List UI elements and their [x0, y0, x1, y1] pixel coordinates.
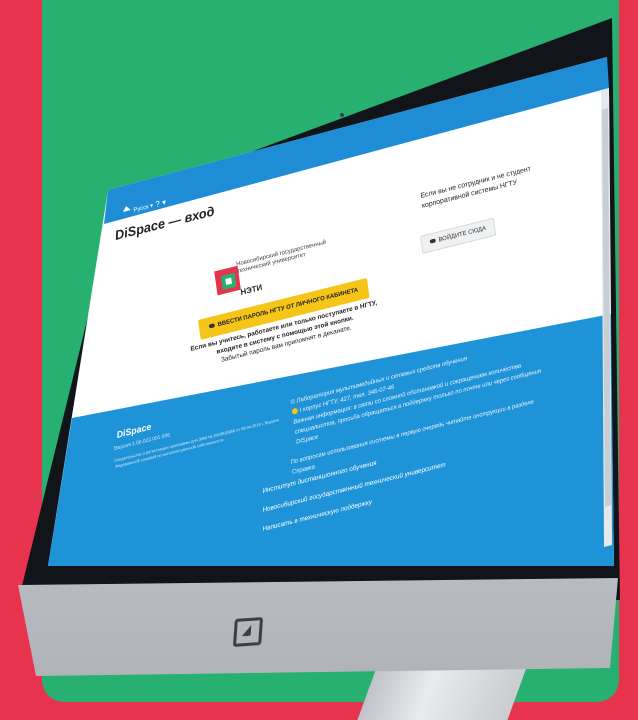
page-content: Русск ▾ ? ▾ DiSpace — вход Новосибирский… [0, 0, 638, 702]
university-name: Новосибирский государственный технически… [236, 240, 328, 276]
key-icon [208, 323, 216, 329]
help-menu[interactable]: ? ▾ [155, 197, 167, 209]
guest-info: Если вы не сотрудник и не студент корпор… [420, 165, 533, 212]
home-link[interactable] [122, 203, 131, 214]
key-icon [429, 238, 437, 245]
language-menu[interactable]: Русск ▾ [133, 202, 153, 214]
support-face-icon [291, 407, 299, 416]
guest-login-label: ВОЙДИТЕ СЮДА [438, 225, 487, 244]
guest-login-button[interactable]: ВОЙДИТЕ СЮДА [420, 217, 496, 254]
home-icon [122, 205, 131, 213]
university-short-name: НЭТИ [240, 282, 263, 297]
